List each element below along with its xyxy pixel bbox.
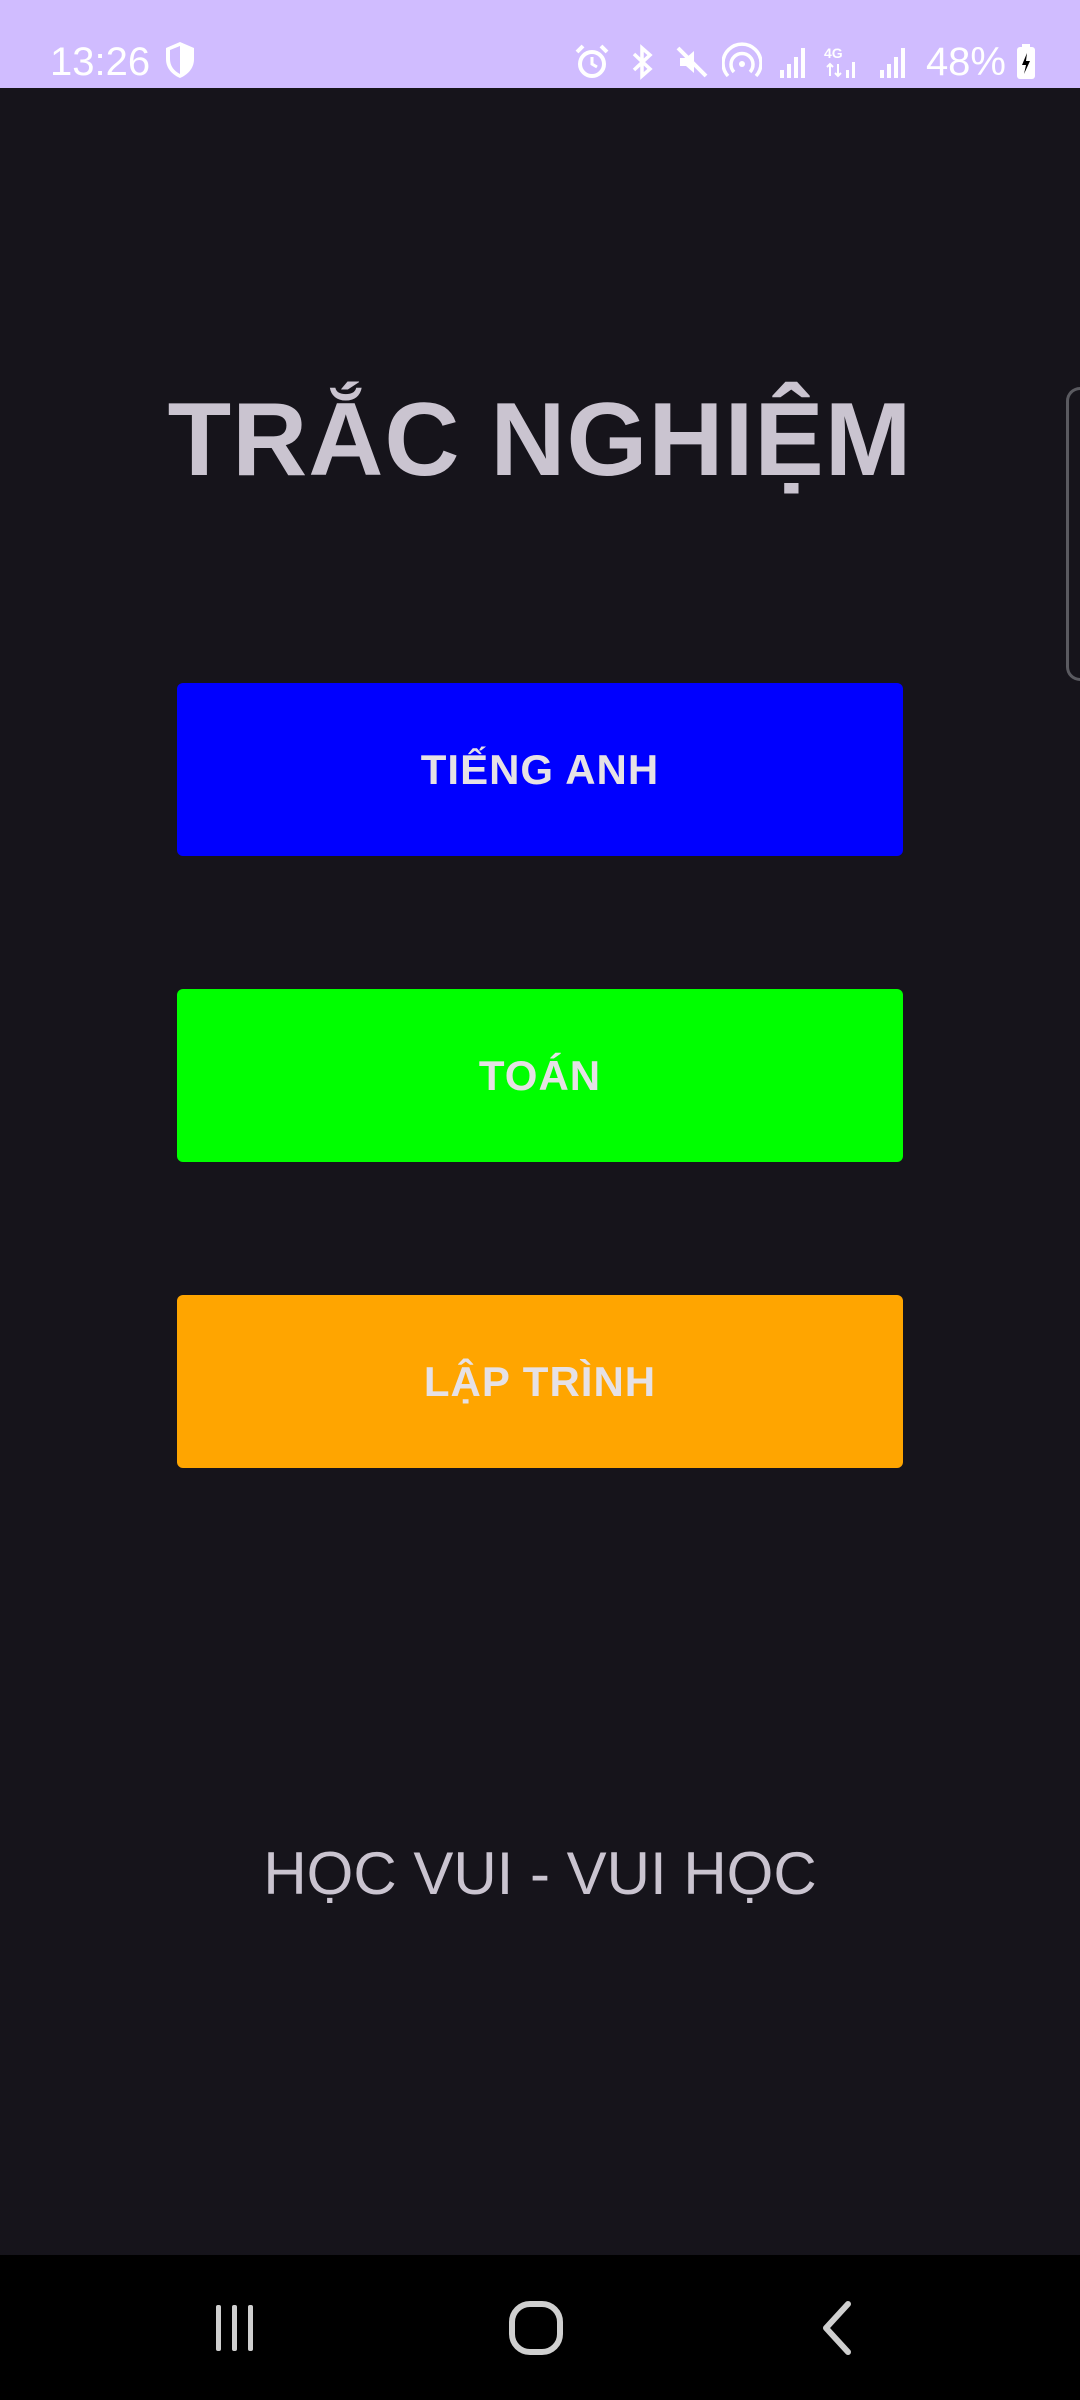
math-quiz-button[interactable]: TOÁN bbox=[177, 989, 903, 1162]
slogan-text: HỌC VUI - VUI HỌC bbox=[263, 1840, 817, 1907]
signal-icon bbox=[772, 42, 812, 82]
page-title: TRẮC NGHIỆM bbox=[167, 382, 913, 498]
svg-text:4G: 4G bbox=[824, 45, 843, 61]
battery-percent: 48% bbox=[925, 40, 1006, 84]
status-bar: 13:26 4G 48% bbox=[0, 0, 1080, 88]
navigation-bar bbox=[0, 2255, 1080, 2400]
recents-button[interactable] bbox=[145, 2255, 325, 2400]
status-time: 13:26 bbox=[50, 40, 151, 84]
bluetooth-icon bbox=[622, 42, 662, 82]
edge-panel-handle[interactable] bbox=[1066, 387, 1080, 681]
english-quiz-button[interactable]: TIẾNG ANH bbox=[177, 683, 903, 856]
battery-icon bbox=[1016, 44, 1036, 80]
programming-quiz-button[interactable]: LẬP TRÌNH bbox=[177, 1295, 903, 1468]
back-icon bbox=[818, 2300, 858, 2356]
status-icons: 4G 48% bbox=[572, 38, 1036, 86]
recents-icon bbox=[210, 2303, 260, 2353]
back-button[interactable] bbox=[748, 2255, 928, 2400]
shield-icon bbox=[163, 40, 197, 80]
mute-icon bbox=[672, 42, 712, 82]
alarm-icon bbox=[572, 42, 612, 82]
home-icon bbox=[508, 2300, 564, 2356]
home-button[interactable] bbox=[446, 2255, 626, 2400]
hotspot-icon bbox=[721, 42, 763, 82]
signal-icon bbox=[872, 42, 912, 82]
4g-signal-icon: 4G bbox=[822, 42, 862, 82]
